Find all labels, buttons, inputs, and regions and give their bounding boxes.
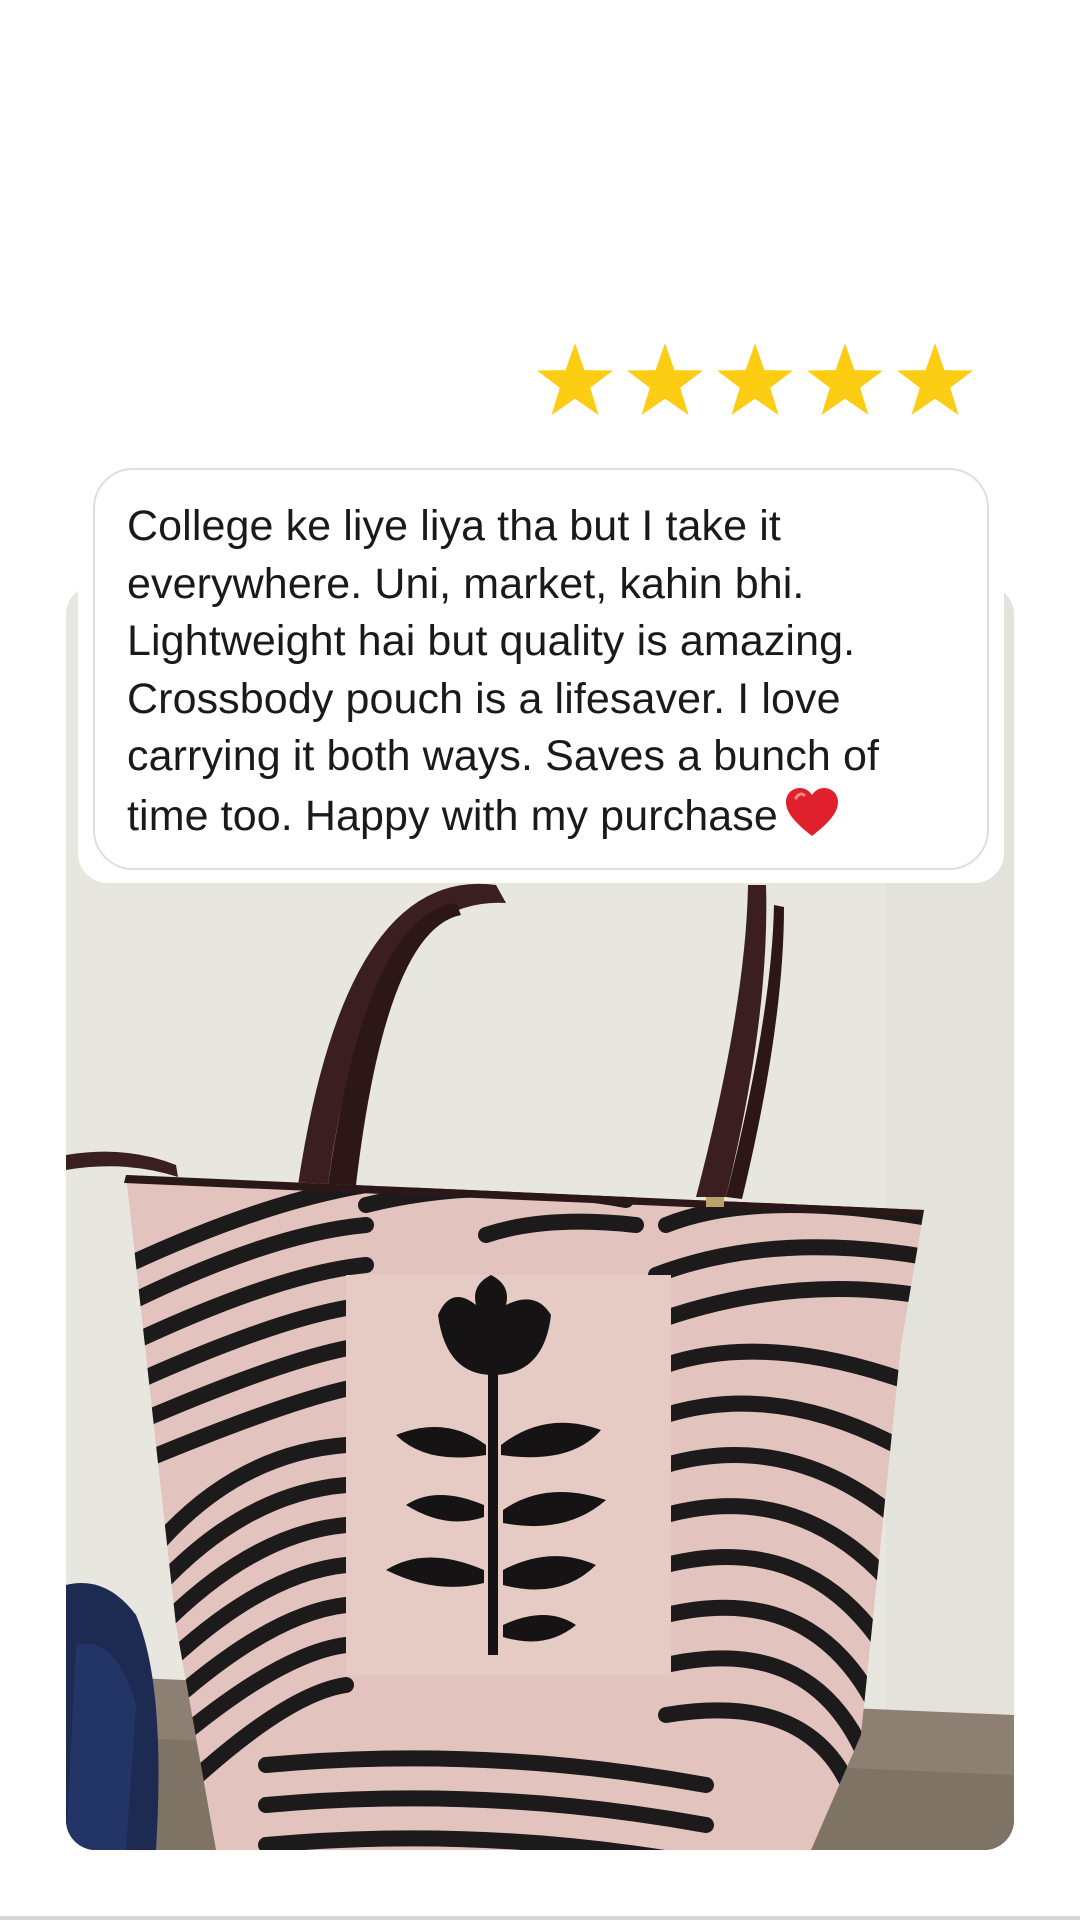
star-icon xyxy=(717,343,793,416)
heart-icon xyxy=(785,787,838,836)
star-icon xyxy=(807,343,883,416)
rating-stars xyxy=(535,340,975,430)
star-icon xyxy=(897,343,973,416)
star-icon xyxy=(537,343,613,416)
review-card: College ke liye liya tha but I take it e… xyxy=(93,468,989,870)
bottom-divider xyxy=(0,1916,1080,1920)
review-text: College ke liye liya tha but I take it e… xyxy=(127,502,880,840)
star-icon xyxy=(627,343,703,416)
